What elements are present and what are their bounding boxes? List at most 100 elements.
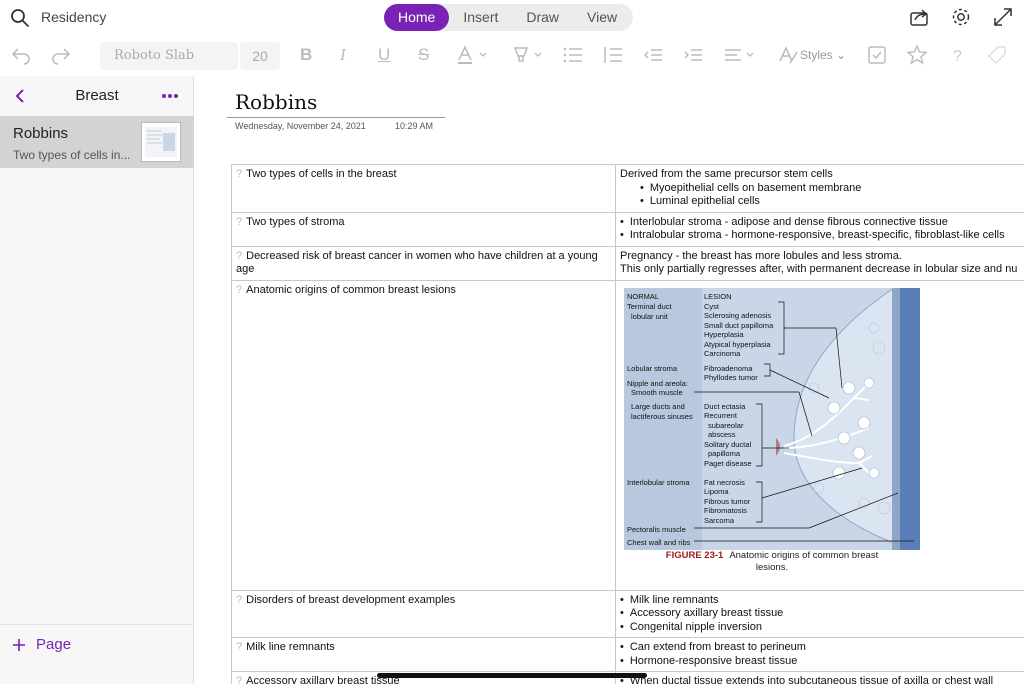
strikethrough-icon[interactable]: S [418,45,429,65]
table-row: ?Two types of stroma Interlobular stroma… [231,211,1024,247]
question-cell[interactable]: ? Disorders of breast development example… [231,589,616,638]
question-tag-icon[interactable]: ? [946,44,968,66]
share-icon[interactable] [908,6,930,28]
lesion-label: subareolar [708,420,744,430]
add-page-button[interactable]: Page [12,636,71,653]
list-item: Luminal epithelial cells [620,195,1024,209]
font-size-select[interactable]: 20 [240,42,280,70]
italic-icon[interactable]: I [340,45,346,65]
search-icon[interactable] [10,8,30,28]
expand-icon[interactable] [992,6,1014,28]
figure-label: lactiferous sinuses [631,411,693,421]
font-name-select[interactable]: Roboto Slab [100,42,238,70]
table-row: ?Milk line remnants Can extend from brea… [231,637,1024,672]
top-right-actions [908,6,1014,28]
top-bar: Residency Home Insert Draw View [0,0,1024,36]
question-tag-icon: ? [236,641,243,653]
lesion-label: abscess [708,430,736,439]
table-row: ? Decreased risk of breast cancer in wome… [231,245,1024,281]
list-item: Hormone-responsive breast tissue [620,655,1024,669]
star-tag-icon[interactable] [906,44,928,66]
align-icon[interactable] [722,44,758,66]
figure-label: Lobular stroma [627,363,678,373]
settings-gear-icon[interactable] [950,6,972,28]
tab-insert[interactable]: Insert [449,4,512,31]
answer-cell[interactable]: Derived from the same precursor stem cel… [615,164,1024,213]
page-item-preview: Two types of cells in... [13,148,131,162]
page-time: 10:29 AM [395,121,434,131]
lesion-label: Fibroadenoma [704,363,753,373]
question-tag-icon: ? [236,168,243,180]
question-cell[interactable]: ? Anatomic origins of common breast lesio… [231,279,616,591]
home-indicator[interactable] [377,673,647,678]
tag-icon[interactable] [986,44,1008,66]
notebook-title[interactable]: Residency [41,9,106,25]
redo-icon[interactable] [50,44,72,66]
page-list-sidebar: Breast Robbins Two types of cells in... … [0,76,194,684]
list-item: Milk line remnants [620,594,1024,608]
ribbon-tabs: Home Insert Draw View [384,4,633,31]
page-title[interactable]: Robbins [235,90,317,114]
lesion-label: Lipoma [704,487,729,496]
numbered-list-icon[interactable] [602,44,624,66]
underline-icon[interactable]: U [378,45,390,65]
bullet-list-icon[interactable] [562,44,584,66]
plus-icon [13,638,25,651]
figure-label: Pectoralis muscle [627,524,686,534]
answer-cell[interactable]: When ductal tissue extends into subcutan… [615,671,1024,684]
question-cell[interactable]: ? Two types of stroma [231,211,616,247]
figure-label: Interlobular stroma [627,477,690,487]
question-tag-icon: ? [236,593,243,606]
lesion-label: Hyperplasia [704,330,744,339]
indent-icon[interactable] [682,44,704,66]
figure-label: Terminal duct [627,301,672,311]
tab-view[interactable]: View [573,4,631,31]
page-list-item[interactable]: Robbins Two types of cells in... [0,116,194,168]
font-color-icon[interactable] [455,44,491,66]
lesion-label: Atypical hyperplasia [704,339,771,349]
undo-icon[interactable] [10,44,32,66]
svg-text:?: ? [953,48,962,65]
list-item: When ductal tissue extends into subcutan… [620,675,1024,684]
answer-cell[interactable]: NORMAL LESION Terminal duct lobular unit… [615,279,1024,591]
lesion-label: Paget disease [704,458,752,468]
figure-label: Large ducts and [631,401,685,411]
format-toolbar: Roboto Slab 20 B I U S Styles ⌄ ? [0,36,1024,76]
list-item: Intralobular stroma - hormone-responsive… [620,229,1024,243]
lesion-label: Small duct papilloma [704,320,774,330]
figure-label: Smooth muscle [631,387,683,397]
figure-col-normal: NORMAL [627,291,660,301]
question-cell[interactable]: ? Decreased risk of breast cancer in wome… [231,245,616,281]
lesion-label: Fat necrosis [704,477,745,487]
tab-home[interactable]: Home [384,4,450,31]
page-canvas[interactable]: Robbins Wednesday, November 24, 2021 10:… [195,76,1024,684]
lesion-label: Duct ectasia [704,401,746,411]
outdent-icon[interactable] [642,44,664,66]
answer-cell[interactable]: Milk line remnants Accessory axillary br… [615,589,1024,638]
list-item: Accessory axillary breast tissue [620,607,1024,621]
lesion-label: Fibrous tumor [704,496,751,506]
lesion-label: Phyllodes tumor [704,373,758,382]
answer-cell[interactable]: Pregnancy - the breast has more lobules … [615,245,1024,281]
lesion-label: Recurrent [704,411,737,420]
more-options-icon[interactable] [160,88,180,104]
tab-draw[interactable]: Draw [512,4,573,31]
question-cell[interactable]: ? Milk line remnants [231,637,616,672]
answer-cell[interactable]: Interlobular stroma - adipose and dense … [615,211,1024,247]
styles-icon[interactable] [777,44,799,66]
question-cell[interactable]: ? Two types of cells in the breast [231,164,616,213]
todo-checkbox-icon[interactable] [866,44,888,66]
lesion-label: Fibromatosis [704,506,747,515]
lesion-label: papilloma [708,449,741,458]
list-item: Interlobular stroma - adipose and dense … [620,216,1024,230]
answer-cell[interactable]: Can extend from breast to perineum Hormo… [615,637,1024,672]
styles-dropdown[interactable]: Styles ⌄ [800,48,846,62]
table-row: ? Two types of cells in the breast Derive… [231,164,1024,213]
list-item: Can extend from breast to perineum [620,641,1024,655]
list-item: Congenital nipple inversion [620,621,1024,635]
lesion-label: Cyst [704,301,719,311]
add-page-label: Page [36,636,72,653]
bold-icon[interactable]: B [300,45,312,65]
page-date: Wednesday, November 24, 2021 [235,121,366,131]
highlighter-icon[interactable] [510,44,546,66]
